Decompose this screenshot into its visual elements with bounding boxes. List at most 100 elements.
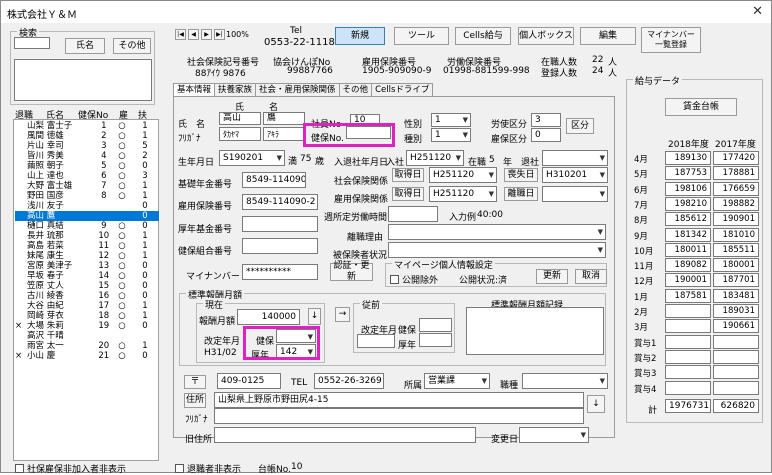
addr-kana-input[interactable] [214,408,584,424]
employee-row[interactable]: 繭照 朝子 5 ○ 0 [15,161,159,171]
employee-row[interactable]: 片山 幸司 3 ○ 5 [15,141,159,151]
employ-kbn-input[interactable]: 0 [531,128,561,142]
birth-select[interactable]: S190201 [219,150,285,166]
search-input[interactable] [14,37,50,49]
tab-cells-drive[interactable]: Cellsドライブ [371,83,434,97]
prev-record-button[interactable]: ◀ [188,29,199,40]
new-button[interactable]: 新規 [335,27,385,45]
lose-date-select[interactable]: H310201 [542,167,608,183]
close-icon[interactable]: ✕ [752,4,763,19]
address-input[interactable]: 山梨県上野原市野田尻4-15 [214,392,584,408]
edit-button[interactable]: 編集 [580,27,636,45]
public-exclude-checkbox[interactable]: 公開除外 [390,273,438,286]
move-to-prev-button[interactable]: → [335,307,350,322]
employee-row[interactable]: 妹尾 康生 12 ○ 1 [15,251,159,261]
leave-date-button[interactable]: 離職日 [504,187,538,201]
employ-leave-select[interactable] [542,186,608,202]
changed-date-select[interactable] [519,427,589,443]
kbn-button[interactable]: 区分 [566,118,594,134]
koyo-mark: ○ [118,351,126,361]
social-date-select[interactable]: H251120 [429,167,497,183]
reason-select[interactable] [388,224,606,240]
employ-no-input[interactable]: 8549-114090-2 [242,194,318,210]
koyo-mark: ○ [118,321,126,331]
employee-row[interactable]: 古川 綾香 16 ○ 0 [15,291,159,301]
surname-input[interactable]: 高山 [219,112,261,125]
auth-update-button[interactable]: 認証・更新 [330,261,373,282]
postal-input[interactable]: 409-0125 [217,373,281,389]
employee-row[interactable]: × 大場 朱莉 19 ○ 0 [15,321,159,331]
tool-button[interactable]: ツール [394,27,449,45]
cancel-button[interactable]: 取消 [575,269,607,284]
kana-surname-input[interactable]: ﾀｶﾔﾏ [219,127,261,141]
tab-dependents[interactable]: 扶養家族 [214,83,257,97]
social-acquire-button[interactable]: 取得日 [392,168,424,182]
employee-row[interactable]: 浅川 友子 0 [15,201,159,211]
employee-row[interactable]: 高島 若菜 11 ○ 1 [15,241,159,251]
prev-revised-input[interactable] [357,334,395,348]
dept-select[interactable]: 営業課 [424,373,490,389]
job-select[interactable] [522,373,608,389]
address-button[interactable]: 住所 [184,393,206,408]
tab-other[interactable]: その他 [338,83,373,97]
prev-health-input[interactable] [419,318,452,332]
kana-given-input[interactable]: ｱｷﾗ [263,127,305,141]
labor-kbn-input[interactable]: 3 [531,113,561,127]
employee-row[interactable]: 岡崎 芽衣 18 ○ 1 [15,311,159,321]
record-box[interactable] [466,307,604,355]
monthly-input[interactable]: 140000 [237,309,300,325]
employee-row[interactable]: 大谷 由紀 17 ○ 1 [15,301,159,311]
postal-button[interactable]: 〒 [184,375,206,389]
employee-row[interactable]: 高沢 千晴 [15,331,159,341]
lose-date-button[interactable]: 喪失日 [504,168,538,182]
employee-row[interactable]: 野田 国彦 8 ○ 1 [15,191,159,201]
social-exclude-checkbox[interactable]: 社保雇保非加入者非表示 [15,462,126,475]
monthly-down-button[interactable]: ↓ [308,308,321,325]
type-select[interactable]: 1 [431,128,471,142]
dependent-select[interactable] [388,242,606,258]
personal-box-button[interactable]: 個人ボックス [518,27,574,45]
first-record-button[interactable]: |◀ [175,29,186,40]
sex-select[interactable]: 1 [431,113,471,127]
employee-row[interactable]: 樋口 真結 9 ○ 0 [15,221,159,231]
leave-date-select[interactable] [542,150,608,166]
employee-row[interactable]: 皆川 秀美 4 ○ 2 [15,151,159,161]
employee-row[interactable]: 山上 達也 6 ○ 3 [15,171,159,181]
employee-row[interactable]: 山梨 富士子 1 ○ 1 [15,121,159,131]
retired-exclude-checkbox[interactable]: 退職者非表示 [175,462,241,475]
pension-input[interactable]: 8549-114090 [242,172,306,188]
weekly-hours-input[interactable] [388,206,438,222]
employee-row[interactable]: 宮原 美津子 13 ○ 0 [15,261,159,271]
employee-row[interactable]: 長井 琉那 10 ○ 1 [15,231,159,241]
employee-row[interactable]: 雨宮 太一 20 ○ 1 [15,341,159,351]
prev-pension-input[interactable] [419,333,452,347]
next-record-button[interactable]: ▶ [201,29,212,40]
tab-insurance[interactable]: 社会・雇用保険関係 [255,83,340,97]
cells-payroll-button[interactable]: Cells給与 [455,27,511,45]
employee-row[interactable]: 笠原 丈人 15 ○ 0 [15,281,159,291]
given-input[interactable]: 鷹 [263,112,305,125]
retired-mark [15,291,27,301]
addr-down-button[interactable]: ↓ [587,395,605,413]
name-search-button[interactable]: 氏名 [65,38,105,54]
employee-row[interactable]: 早坂 春子 14 ○ 0 [15,271,159,281]
join-date-select[interactable]: H251120 [406,150,464,166]
employ-date-select[interactable]: H251120 [429,186,497,202]
tab-basic-info[interactable]: 基本情報 [173,83,216,97]
ledger-button[interactable]: 賃金台帳 [665,98,737,116]
mynumber-register-button[interactable]: マイナンバー 一覧登録 [641,27,701,53]
old-address-input[interactable] [214,427,476,443]
kenkyo-input[interactable] [242,238,318,254]
employ-acquire-button[interactable]: 取得日 [392,187,424,201]
employee-row[interactable]: 高山 鷹 0 [15,211,159,221]
update-button[interactable]: 更新 [536,269,568,284]
employee-row[interactable]: 風間 徳雄 2 ○ 1 [15,131,159,141]
kosei-input[interactable] [242,216,318,232]
last-record-button[interactable]: ▶| [214,29,225,40]
search-result-box[interactable] [14,59,152,101]
tel-input[interactable]: 0552-26-3269 [314,373,384,389]
employee-row[interactable]: × 小山 慶 21 ○ 0 [15,351,159,361]
employee-row[interactable]: 大野 富士雄 7 ○ 1 [15,181,159,191]
dependent-label: 被保険者状況 [333,251,388,261]
other-search-button[interactable]: その他 [113,38,151,54]
